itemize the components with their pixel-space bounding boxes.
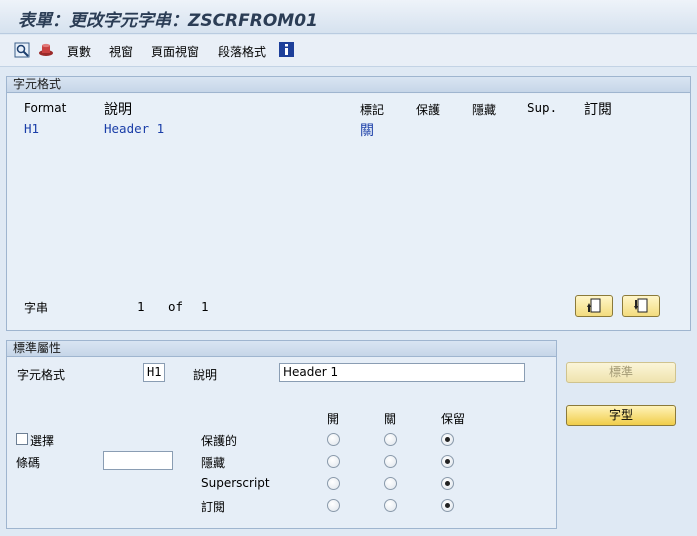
standard-button[interactable]: 標準	[566, 362, 676, 383]
toolbar-pages[interactable]: 頁數	[67, 43, 91, 60]
desc-field[interactable]: Header 1	[279, 363, 525, 382]
subscript-radio-retain[interactable]	[441, 499, 454, 512]
subscript-radio-off[interactable]	[384, 499, 397, 512]
radio-header-off: 關	[384, 412, 397, 426]
protected-radio-on[interactable]	[327, 433, 340, 446]
page-down-icon	[634, 298, 648, 313]
select-checkbox[interactable]	[16, 433, 28, 445]
superscript-radio-retain[interactable]	[441, 477, 454, 490]
toolbar: 頁數 視窗 頁面視窗 段落格式	[0, 35, 697, 67]
page-down-button[interactable]	[622, 295, 660, 317]
table-row[interactable]: H1 Header 1 關	[7, 119, 690, 140]
protected-label: 保護的	[201, 434, 238, 448]
desc-label: 說明	[193, 368, 218, 382]
page-title: 表單：更改字元字串：ZSCRFROM01	[18, 11, 318, 31]
row-format[interactable]: H1	[24, 121, 39, 136]
entry-label: 字串	[24, 301, 49, 315]
col-protect: 保護	[416, 103, 441, 117]
hidden-radio-retain[interactable]	[441, 455, 454, 468]
col-format: Format	[24, 101, 67, 115]
std-attr-group-title: 標準屬性	[7, 341, 556, 357]
title-bar: 表單：更改字元字串：ZSCRFROM01	[0, 0, 697, 34]
toolbar-windows[interactable]: 視窗	[109, 43, 133, 60]
barcode-label: 條碼	[16, 456, 41, 470]
col-hidden: 隱藏	[472, 103, 497, 117]
page-up-icon	[587, 298, 601, 313]
hidden-radio-off[interactable]	[384, 455, 397, 468]
other-object-icon[interactable]	[38, 42, 54, 58]
subscript-radio-on[interactable]	[327, 499, 340, 512]
superscript-label: Superscript	[201, 476, 270, 490]
toolbar-paragraph-formats[interactable]: 段落格式	[218, 43, 266, 60]
info-icon[interactable]	[279, 42, 295, 58]
format-label: 字元格式	[17, 368, 66, 382]
protected-radio-off[interactable]	[384, 433, 397, 446]
entry-of: of	[168, 299, 184, 314]
std-attr-group: 標準屬性 字元格式 H1 說明 Header 1 開 關 保留 選擇 條碼 保護…	[6, 340, 557, 529]
row-description[interactable]: Header 1	[104, 121, 164, 136]
col-mark: 標記	[360, 103, 385, 117]
barcode-field[interactable]	[103, 451, 173, 470]
col-subscript: 訂閱	[584, 102, 612, 118]
select-label: 選擇	[30, 434, 55, 448]
char-format-group: 字元格式 Format 說明 標記 保護 隱藏 Sup. 訂閱 H1 Heade…	[6, 76, 691, 331]
radio-header-retain: 保留	[441, 412, 466, 426]
superscript-radio-on[interactable]	[327, 477, 340, 490]
font-button[interactable]: 字型	[566, 405, 676, 426]
subscript-label: 訂閱	[201, 500, 226, 514]
char-format-table: Format 說明 標記 保護 隱藏 Sup. 訂閱 H1 Header 1 關…	[7, 94, 690, 330]
char-format-group-title: 字元格式	[7, 77, 690, 93]
toolbar-page-windows[interactable]: 頁面視窗	[151, 43, 199, 60]
col-superscript: Sup.	[527, 100, 558, 115]
format-field[interactable]: H1	[143, 363, 165, 382]
col-description: 說明	[104, 102, 132, 118]
entry-total: 1	[201, 299, 209, 314]
row-mark[interactable]: 關	[360, 120, 374, 140]
entry-current: 1	[137, 299, 145, 314]
protected-radio-retain[interactable]	[441, 433, 454, 446]
display-change-icon[interactable]	[14, 42, 30, 58]
radio-header-on: 開	[327, 412, 340, 426]
page-up-button[interactable]	[575, 295, 613, 317]
hidden-label: 隱藏	[201, 456, 226, 470]
superscript-radio-off[interactable]	[384, 477, 397, 490]
hidden-radio-on[interactable]	[327, 455, 340, 468]
